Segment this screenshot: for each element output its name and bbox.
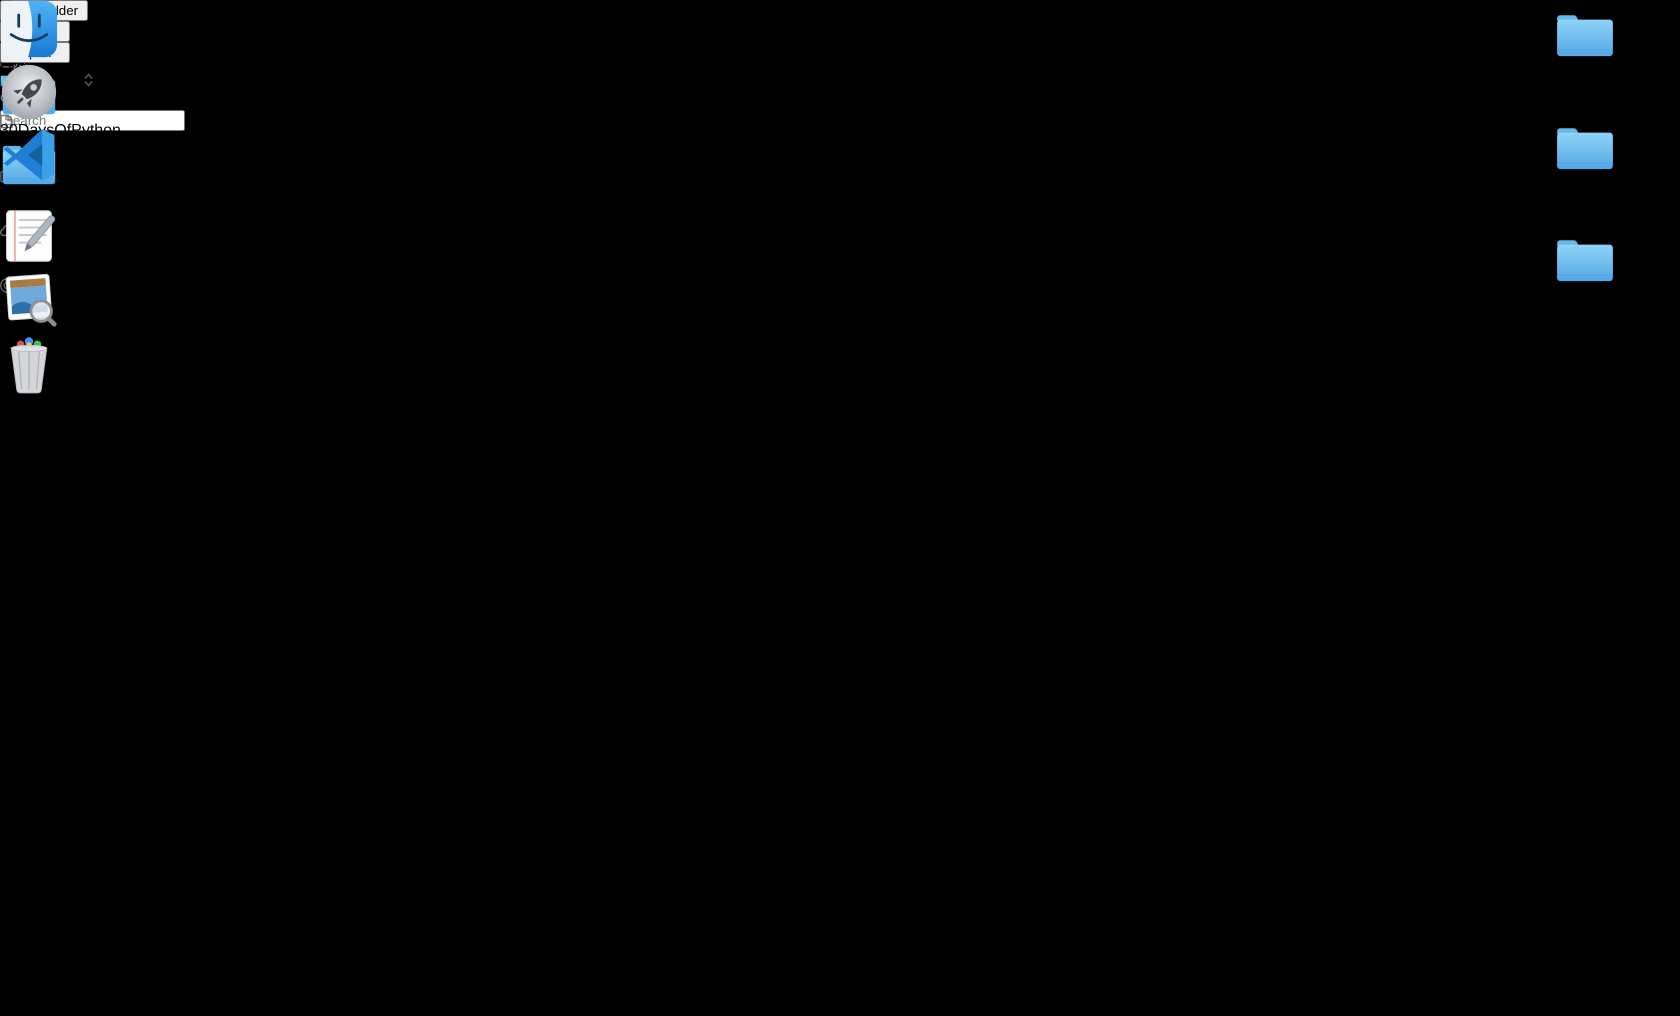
desktop-icon-30daysofpython[interactable]: 30DaysOfPython	[1554, 234, 1675, 307]
folder-icon	[1554, 234, 1616, 284]
folder-icon	[1554, 9, 1616, 59]
preview-icon[interactable]	[0, 270, 58, 328]
sidebar-tag-purple[interactable]: Purple	[0, 424, 86, 442]
desktop-icon-label: 30DaysOfJavaScript	[1554, 64, 1680, 82]
desktop: 30DaysOfJavaScript projects 30DaysOfPyth…	[0, 0, 1680, 1016]
cloud	[1460, 440, 1680, 520]
dock: >_	[0, 0, 58, 400]
textedit-icon[interactable]	[0, 207, 58, 265]
cloud	[320, 130, 840, 190]
desktop-icon-label: projects	[1554, 177, 1616, 195]
desktop-icon-label: 30DaysOfPython	[1554, 289, 1675, 307]
desktop-icon-projects[interactable]: projects	[1554, 122, 1616, 195]
folder-icon	[1554, 122, 1616, 172]
wallpaper-sky	[0, 0, 1680, 1016]
sidebar-tag-blue[interactable]: Blue	[0, 406, 86, 424]
desktop-icon-30daysofjavascript[interactable]: 30DaysOfJavaScript	[1554, 9, 1680, 82]
terminal-icon[interactable]: >_	[0, 189, 58, 207]
trash-icon[interactable]	[0, 333, 58, 395]
launchpad-icon[interactable]	[0, 63, 58, 121]
vscode-icon[interactable]	[0, 126, 58, 184]
finder-icon[interactable]	[0, 0, 58, 58]
